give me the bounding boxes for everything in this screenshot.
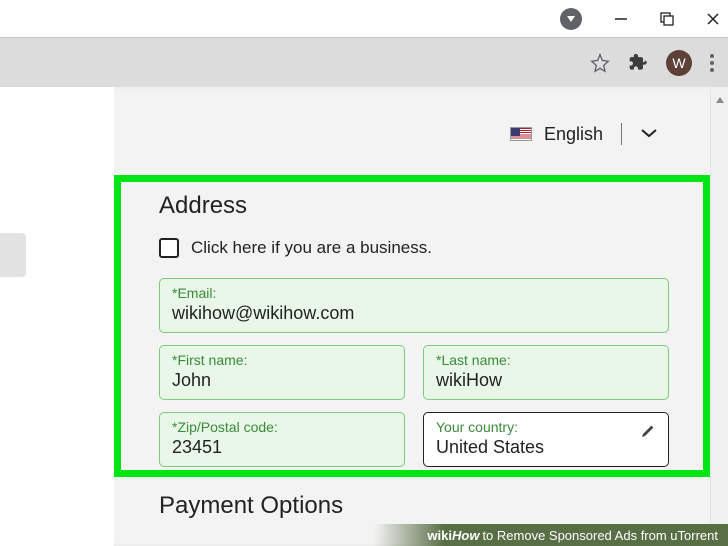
profile-indicator-icon[interactable] [560,8,582,30]
first-name-field[interactable]: First name: John [159,345,405,400]
business-checkbox[interactable] [159,238,179,258]
banner-wiki: wiki [427,528,452,543]
country-label: Your country: [436,419,656,435]
email-field[interactable]: Email: wikihow@wikihow.com [159,278,669,333]
us-flag-icon [510,127,532,141]
divider [621,123,622,145]
left-gutter [0,87,114,546]
window-titlebar [0,0,728,37]
section-title-payment: Payment Options [159,492,343,520]
last-name-value: wikiHow [436,370,656,391]
section-title-address: Address [159,192,669,220]
last-name-field[interactable]: Last name: wikiHow [423,345,669,400]
country-field[interactable]: Your country: United States [423,412,669,467]
first-name-label: First name: [172,352,392,368]
zip-label: Zip/Postal code: [172,419,392,435]
zip-value: 23451 [172,437,392,458]
profile-avatar[interactable]: W [666,50,692,76]
banner-how: How [452,528,479,543]
menu-kebab-icon[interactable] [710,54,714,72]
bookmark-star-icon[interactable] [590,53,610,73]
edit-pencil-icon[interactable] [640,423,656,439]
business-checkbox-label: Click here if you are a business. [191,238,432,258]
avatar-letter: W [672,55,685,71]
page-body: English Address Click here if you are a … [0,87,728,546]
address-form: Address Click here if you are a business… [121,182,703,467]
zip-field[interactable]: Zip/Postal code: 23451 [159,412,405,467]
language-label: English [544,124,603,145]
maximize-button[interactable] [660,12,674,26]
country-value: United States [436,437,656,458]
side-tab-stub[interactable] [0,233,26,277]
extensions-icon[interactable] [628,53,648,73]
content-pane: English Address Click here if you are a … [114,87,728,546]
scroll-up-arrow-icon[interactable] [714,93,726,105]
banner-text: to Remove Sponsored Ads from uTorrent [482,528,718,543]
first-name-value: John [172,370,392,391]
language-selector[interactable]: English [510,123,658,145]
business-checkbox-row[interactable]: Click here if you are a business. [159,238,669,258]
close-button[interactable] [706,12,720,26]
chevron-down-icon[interactable] [640,125,658,143]
email-value: wikihow@wikihow.com [172,303,656,324]
wikihow-banner: wikiHow to Remove Sponsored Ads from uTo… [374,524,728,546]
last-name-label: Last name: [436,352,656,368]
browser-toolbar: W [0,37,728,87]
email-label: Email: [172,285,656,301]
minimize-button[interactable] [614,12,628,26]
scrollbar[interactable] [710,87,728,546]
